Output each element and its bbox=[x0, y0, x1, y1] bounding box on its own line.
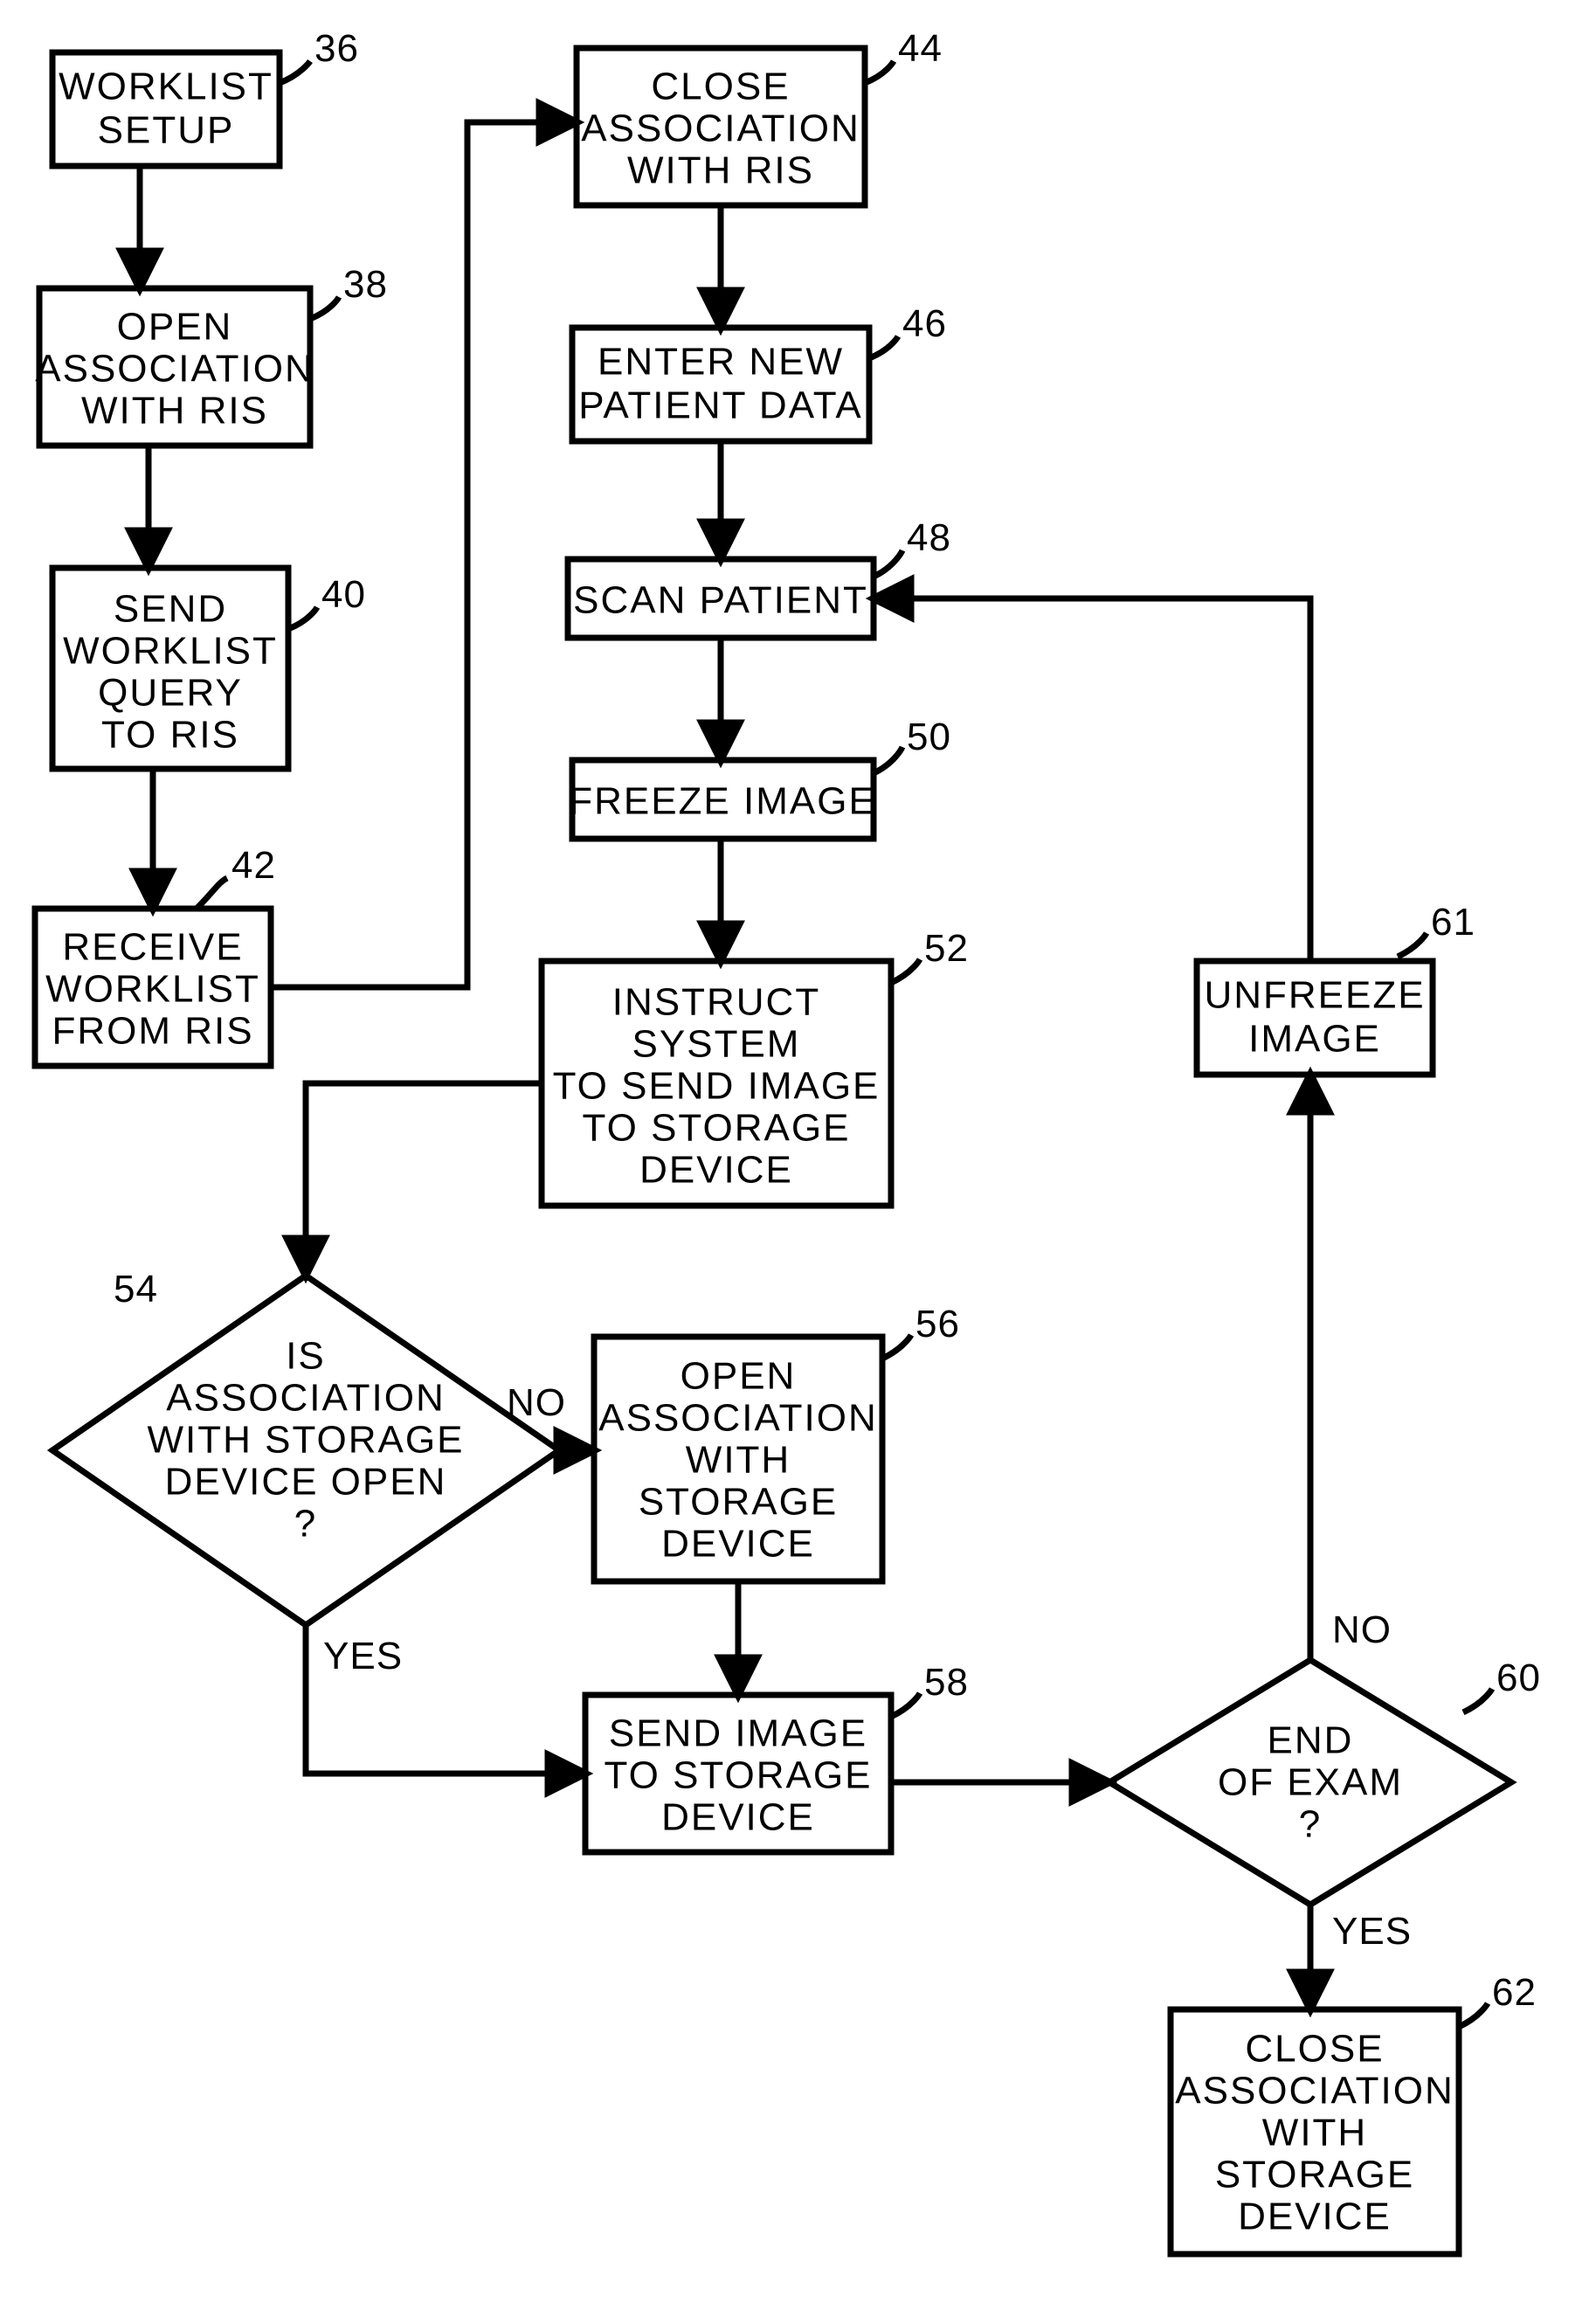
node-label: 60 bbox=[1496, 1656, 1541, 1699]
node-text: DEVICE bbox=[661, 1796, 815, 1839]
node-text: DEVICE OPEN bbox=[165, 1461, 447, 1504]
node-text: SETUP bbox=[98, 109, 235, 152]
node-label: 61 bbox=[1431, 901, 1475, 944]
node-open-association-ris: OPEN ASSOCIATION WITH RIS bbox=[35, 288, 314, 446]
node-text: WITH bbox=[686, 1439, 791, 1482]
node-text: FROM RIS bbox=[52, 1010, 253, 1053]
node-text: CLOSE bbox=[651, 66, 790, 108]
node-text: ASSOCIATION bbox=[1175, 2070, 1454, 2113]
node-text: ASSOCIATION bbox=[581, 107, 860, 150]
node-text: DEVICE bbox=[639, 1149, 793, 1192]
node-scan-patient: SCAN PATIENT bbox=[568, 559, 874, 638]
edge-42-44 bbox=[271, 122, 577, 987]
node-label: 50 bbox=[907, 716, 951, 758]
node-text: STORAGE bbox=[639, 1481, 838, 1524]
node-label: 42 bbox=[231, 844, 276, 887]
node-text: TO STORAGE bbox=[583, 1107, 851, 1150]
node-text: ? bbox=[294, 1503, 317, 1546]
node-text: OPEN bbox=[681, 1355, 797, 1398]
node-text: ENTER NEW bbox=[598, 341, 844, 384]
node-worklist-setup: WORKLIST SETUP bbox=[52, 52, 280, 166]
node-label: 46 bbox=[902, 302, 947, 345]
node-text: DEVICE bbox=[1238, 2196, 1392, 2238]
node-label: 58 bbox=[924, 1661, 969, 1704]
node-text: CLOSE bbox=[1245, 2028, 1384, 2071]
edge-label-no: NO bbox=[507, 1381, 566, 1424]
node-close-association-storage: CLOSE ASSOCIATION WITH STORAGE DEVICE bbox=[1171, 2009, 1459, 2254]
node-text: INSTRUCT bbox=[612, 981, 820, 1024]
node-end-of-exam: END OF EXAM ? bbox=[1109, 1660, 1511, 1905]
node-text: STORAGE bbox=[1215, 2154, 1414, 2196]
node-label: 48 bbox=[907, 516, 951, 559]
node-text: ? bbox=[1299, 1803, 1322, 1846]
node-text: ASSOCIATION bbox=[598, 1397, 877, 1440]
node-label: 38 bbox=[343, 263, 388, 306]
node-text: WITH STORAGE bbox=[148, 1419, 465, 1462]
node-text: ASSOCIATION bbox=[166, 1377, 445, 1420]
node-text: SYSTEM bbox=[632, 1023, 801, 1066]
edge-label-yes: YES bbox=[323, 1635, 403, 1677]
node-instruct-send-image: INSTRUCT SYSTEM TO SEND IMAGE TO STORAGE… bbox=[542, 961, 891, 1206]
node-text: PATIENT DATA bbox=[578, 384, 863, 427]
node-text: WORKLIST bbox=[59, 66, 273, 108]
node-text: WITH RIS bbox=[81, 390, 268, 432]
edge-label-yes: YES bbox=[1332, 1910, 1412, 1953]
node-close-association-ris: CLOSE ASSOCIATION WITH RIS bbox=[577, 48, 865, 205]
node-label: 44 bbox=[898, 27, 943, 70]
edge-label-no: NO bbox=[1332, 1608, 1392, 1651]
edge-52-54 bbox=[306, 1083, 542, 1276]
node-text: RECEIVE bbox=[62, 926, 243, 969]
node-text: WORKLIST bbox=[63, 630, 278, 673]
node-text: UNFREEZE bbox=[1204, 974, 1425, 1017]
node-text: FREEZE IMAGE bbox=[569, 780, 876, 823]
node-text: SEND bbox=[114, 588, 227, 631]
node-text: TO SEND IMAGE bbox=[553, 1065, 881, 1108]
node-label: 40 bbox=[321, 573, 366, 616]
node-text: TO STORAGE bbox=[605, 1754, 873, 1797]
node-text: OF EXAM bbox=[1218, 1761, 1403, 1804]
node-label: 36 bbox=[314, 27, 359, 70]
node-text: SCAN PATIENT bbox=[573, 579, 868, 622]
node-text: WITH bbox=[1262, 2112, 1367, 2154]
node-send-worklist-query: SEND WORKLIST QUERY TO RIS bbox=[52, 568, 288, 769]
node-text: SEND IMAGE bbox=[609, 1712, 867, 1755]
node-enter-patient-data: ENTER NEW PATIENT DATA bbox=[572, 328, 869, 441]
flowchart: WORKLIST SETUP 36 OPEN ASSOCIATION WITH … bbox=[0, 0, 1596, 2303]
node-text: WITH RIS bbox=[627, 149, 814, 192]
node-label: 56 bbox=[915, 1303, 960, 1345]
node-text: ASSOCIATION bbox=[35, 348, 314, 391]
node-text: IS bbox=[286, 1335, 326, 1378]
node-open-association-storage: OPEN ASSOCIATION WITH STORAGE DEVICE bbox=[594, 1337, 882, 1581]
node-text: WORKLIST bbox=[45, 968, 260, 1011]
node-freeze-image: FREEZE IMAGE bbox=[569, 760, 876, 839]
node-text: QUERY bbox=[98, 672, 243, 715]
edge-61-48 bbox=[874, 598, 1310, 961]
node-text: IMAGE bbox=[1248, 1018, 1381, 1061]
node-unfreeze-image: UNFREEZE IMAGE bbox=[1197, 961, 1433, 1075]
node-send-image-storage: SEND IMAGE TO STORAGE DEVICE bbox=[585, 1695, 891, 1852]
node-text: TO RIS bbox=[101, 714, 239, 757]
node-label: 52 bbox=[924, 927, 969, 970]
node-label: 54 bbox=[114, 1268, 158, 1311]
node-text: END bbox=[1268, 1719, 1354, 1762]
node-text: DEVICE bbox=[661, 1523, 815, 1566]
node-text: OPEN bbox=[117, 306, 233, 349]
node-is-association-open: IS ASSOCIATION WITH STORAGE DEVICE OPEN … bbox=[52, 1276, 559, 1625]
node-label: 62 bbox=[1492, 1971, 1537, 2014]
node-receive-worklist: RECEIVE WORKLIST FROM RIS bbox=[35, 909, 271, 1066]
